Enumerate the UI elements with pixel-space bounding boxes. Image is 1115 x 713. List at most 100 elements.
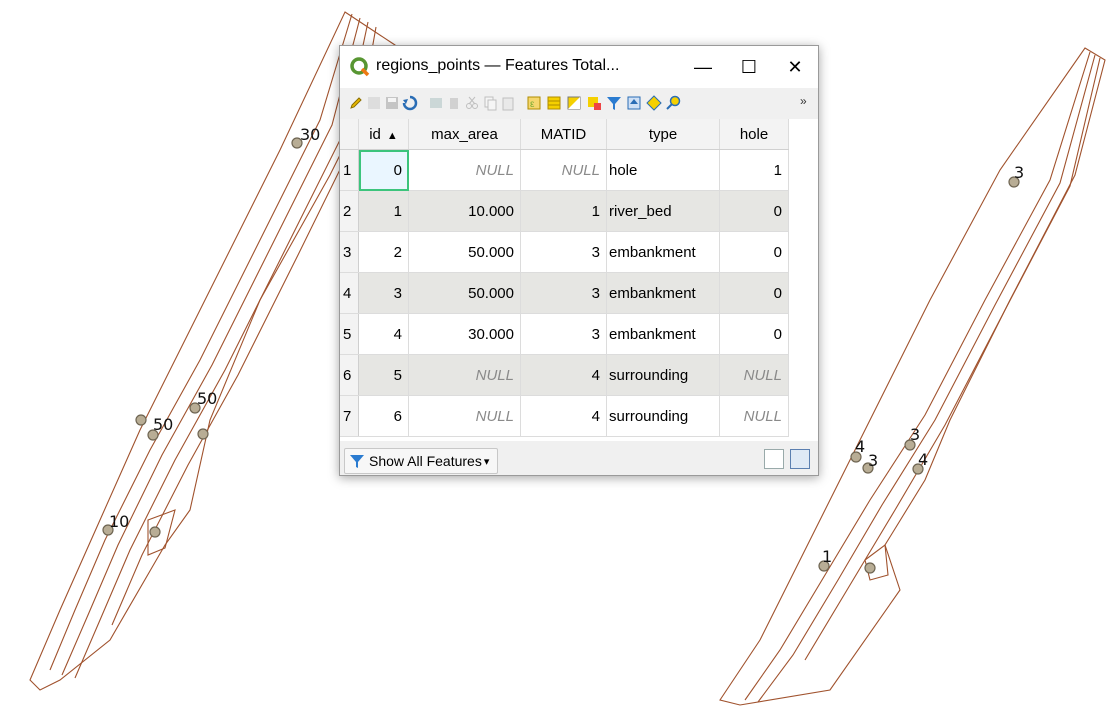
cell-type[interactable]: embankment (606, 313, 720, 355)
paste-icon[interactable] (500, 95, 516, 111)
column-header-matid[interactable]: MATID (520, 119, 607, 150)
column-header-id[interactable]: id ▲ (358, 119, 409, 150)
attribute-table[interactable]: id ▲ max_area MATID type hole 1 0 NULL NULL h… (340, 119, 818, 441)
cell-id[interactable]: 5 (358, 354, 409, 396)
cell-max-area[interactable]: NULL (408, 395, 521, 437)
cell-matid[interactable]: 1 (520, 190, 607, 232)
close-button[interactable]: ✕ (772, 48, 818, 86)
filter-selected-icon[interactable] (606, 95, 622, 111)
table-row[interactable]: 2 1 10.000 1 river_bed 0 (340, 190, 789, 232)
cell-max-area[interactable]: 50.000 (408, 231, 521, 273)
save-edits-icon[interactable] (384, 95, 400, 111)
add-feature-icon[interactable] (428, 95, 444, 111)
row-number[interactable]: 6 (340, 354, 359, 396)
map-label: 3 (868, 451, 878, 470)
cell-matid[interactable]: 3 (520, 313, 607, 355)
cell-matid[interactable]: 3 (520, 231, 607, 273)
row-number[interactable]: 2 (340, 190, 359, 232)
maximize-button[interactable]: ☐ (726, 48, 772, 86)
cell-id[interactable]: 0 (358, 149, 409, 191)
cell-hole[interactable]: 0 (719, 231, 789, 273)
row-number[interactable]: 5 (340, 313, 359, 355)
cell-hole[interactable]: 1 (719, 149, 789, 191)
table-row[interactable]: 3 2 50.000 3 embankment 0 (340, 231, 789, 273)
row-number[interactable]: 7 (340, 395, 359, 437)
table-row[interactable]: 5 4 30.000 3 embankment 0 (340, 313, 789, 355)
cell-id[interactable]: 2 (358, 231, 409, 273)
map-label: 4 (855, 437, 865, 456)
deselect-icon[interactable] (586, 95, 602, 111)
select-all-icon[interactable] (546, 95, 562, 111)
column-header-type[interactable]: type (606, 119, 720, 150)
cell-type[interactable]: embankment (606, 231, 720, 273)
left-map-points (102, 137, 303, 538)
cell-hole[interactable]: 0 (719, 313, 789, 355)
cell-hole[interactable]: 0 (719, 190, 789, 232)
row-number[interactable]: 4 (340, 272, 359, 314)
cell-id[interactable]: 6 (358, 395, 409, 437)
map-label: 50 (153, 415, 173, 434)
map-label: 1 (822, 547, 832, 566)
expression-select-icon[interactable]: ε (526, 95, 542, 111)
cell-type[interactable]: surrounding (606, 354, 720, 396)
title-bar[interactable]: regions_points — Features Total... — ☐ ✕ (340, 46, 818, 88)
cell-max-area[interactable]: 30.000 (408, 313, 521, 355)
table-row[interactable]: 4 3 50.000 3 embankment 0 (340, 272, 789, 314)
cell-hole[interactable]: NULL (719, 354, 789, 396)
map-point (197, 428, 209, 440)
table-row[interactable]: 6 5 NULL 4 surrounding NULL (340, 354, 789, 396)
invert-selection-icon[interactable] (566, 95, 582, 111)
column-header-hole[interactable]: hole (719, 119, 789, 150)
cell-max-area[interactable]: 10.000 (408, 190, 521, 232)
cell-id[interactable]: 1 (358, 190, 409, 232)
row-number[interactable]: 1 (340, 149, 359, 191)
pan-to-selection-icon[interactable] (646, 95, 662, 111)
column-header-max-area[interactable]: max_area (408, 119, 521, 150)
attribute-table-window[interactable]: regions_points — Features Total... — ☐ ✕… (339, 45, 819, 476)
cell-matid[interactable]: 4 (520, 395, 607, 437)
cell-max-area[interactable]: 50.000 (408, 272, 521, 314)
cell-matid[interactable]: 4 (520, 354, 607, 396)
svg-text:ε: ε (530, 99, 535, 110)
cell-type[interactable]: surrounding (606, 395, 720, 437)
cell-type[interactable]: river_bed (606, 190, 720, 232)
cell-type[interactable]: embankment (606, 272, 720, 314)
cell-id[interactable]: 4 (358, 313, 409, 355)
pencil-icon[interactable] (348, 95, 364, 111)
cell-type[interactable]: hole (606, 149, 720, 191)
cell-hole[interactable]: 0 (719, 272, 789, 314)
right-map-points (818, 176, 1020, 574)
table-header-row: id ▲ max_area MATID type hole (340, 119, 789, 150)
map-point (864, 562, 876, 574)
map-label: 4 (918, 450, 928, 469)
minimize-button[interactable]: — (680, 48, 726, 86)
cell-hole[interactable]: NULL (719, 395, 789, 437)
attribute-toolbar: ε » (340, 88, 818, 118)
table-view-button[interactable] (790, 449, 810, 469)
toolbar-overflow-button[interactable]: » (800, 94, 807, 108)
move-selection-top-icon[interactable] (626, 95, 642, 111)
show-all-features-label: Show All Features (369, 453, 482, 469)
qgis-icon (350, 57, 370, 77)
copy-icon[interactable] (482, 95, 498, 111)
delete-feature-icon[interactable] (446, 95, 462, 111)
window-title: regions_points — Features Total... (376, 57, 620, 74)
zoom-to-selection-icon[interactable] (666, 95, 682, 111)
form-view-button[interactable] (764, 449, 784, 469)
cell-max-area[interactable]: NULL (408, 354, 521, 396)
cut-icon[interactable] (464, 95, 480, 111)
cell-matid[interactable]: NULL (520, 149, 607, 191)
cell-max-area[interactable]: NULL (408, 149, 521, 191)
corner-header (340, 119, 359, 150)
map-point (149, 526, 161, 538)
row-number[interactable]: 3 (340, 231, 359, 273)
table-row[interactable]: 7 6 NULL 4 surrounding NULL (340, 395, 789, 437)
cell-id[interactable]: 3 (358, 272, 409, 314)
table-row[interactable]: 1 0 NULL NULL hole 1 (340, 149, 789, 191)
reload-icon[interactable] (402, 95, 418, 111)
show-all-features-dropdown[interactable]: Show All Features ▾ (344, 448, 499, 474)
map-label: 30 (300, 125, 320, 144)
multi-edit-icon[interactable] (366, 95, 382, 111)
cell-matid[interactable]: 3 (520, 272, 607, 314)
right-map-labels: 3 4 3 3 4 1 (822, 163, 1024, 566)
